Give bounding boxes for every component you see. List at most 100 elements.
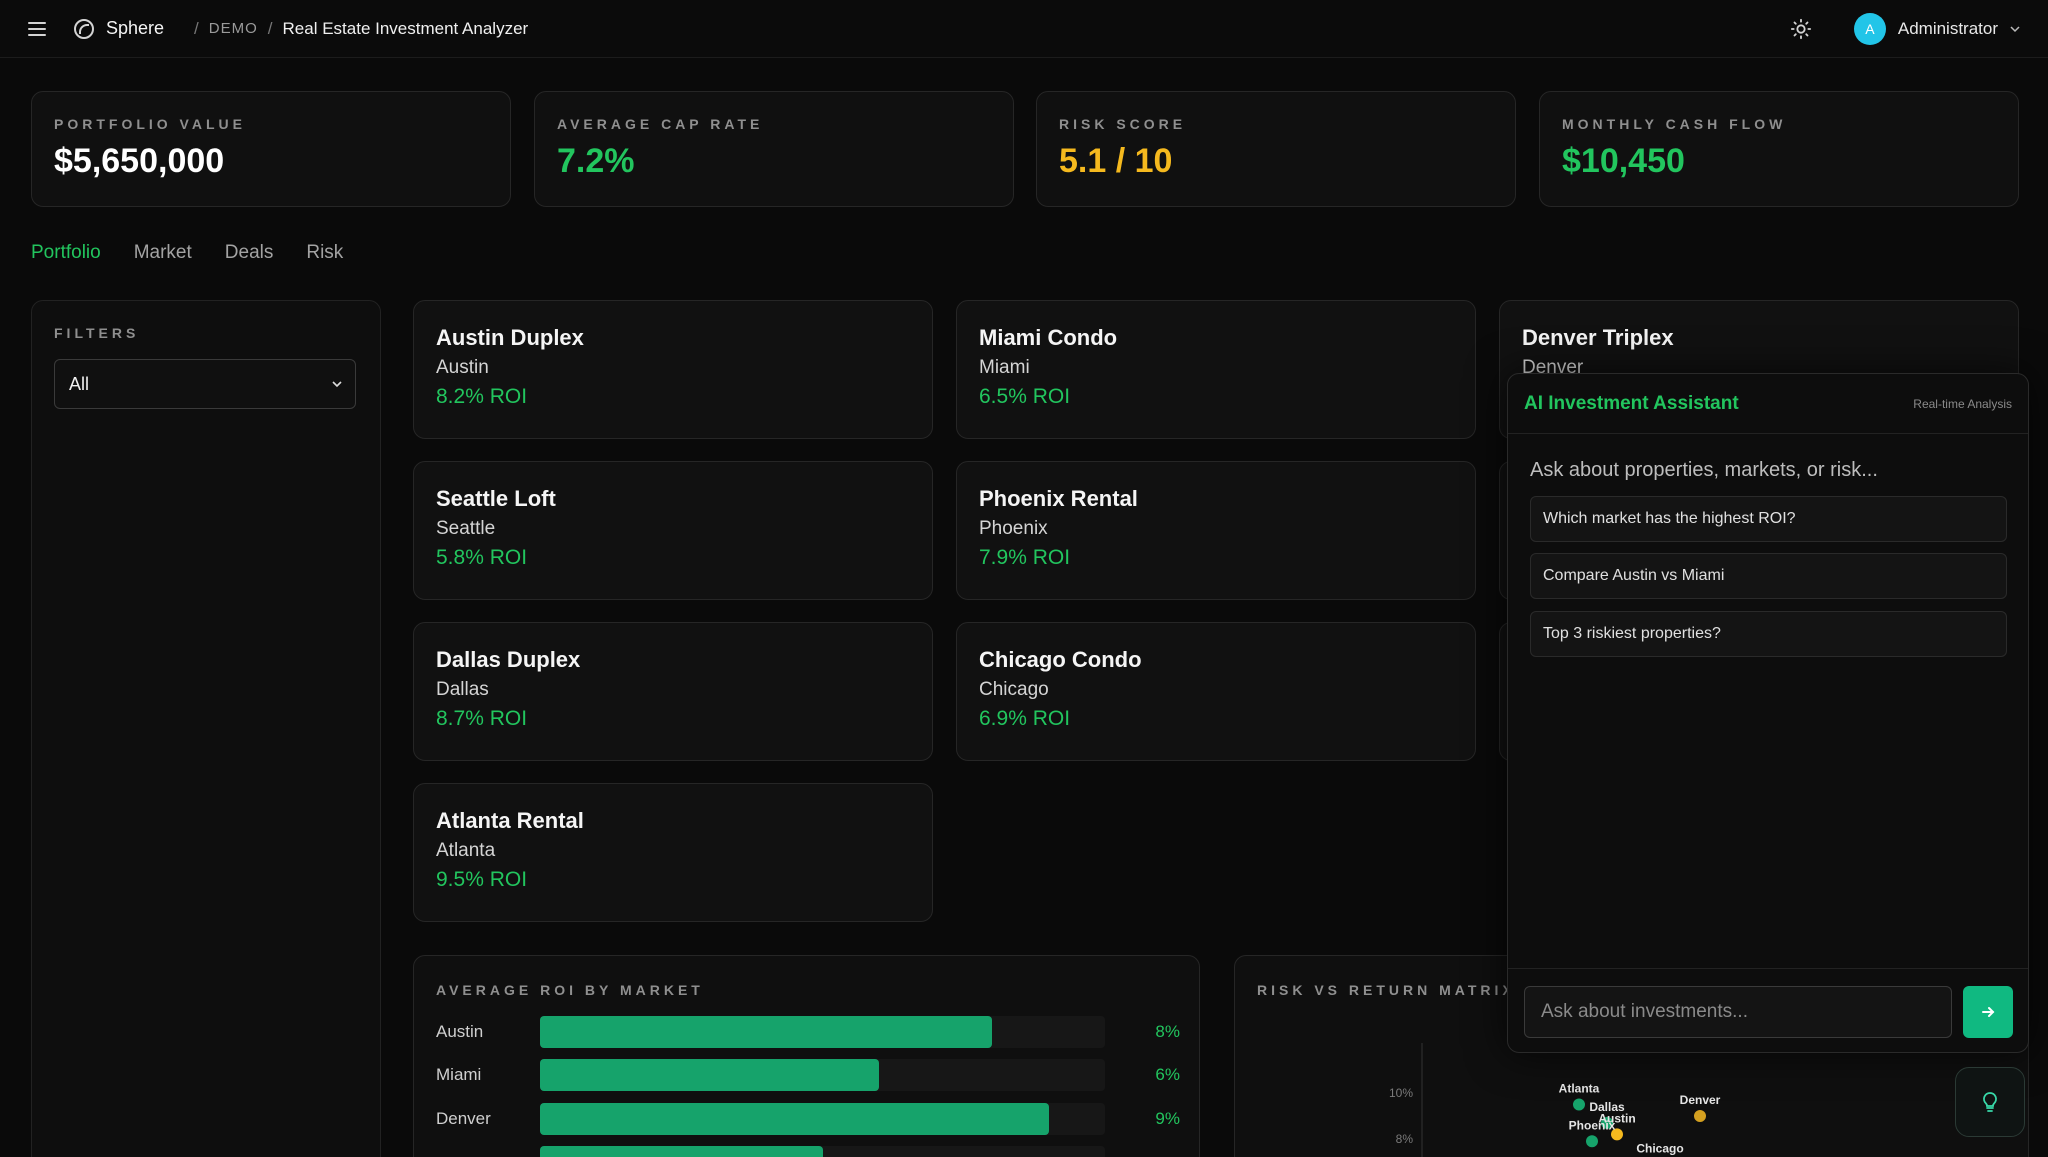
property-name: Denver Triplex: [1522, 325, 1674, 350]
property-roi: 8.2% ROI: [436, 385, 528, 408]
y-tick-label: 10%: [1389, 1086, 1413, 1100]
bar-fill: [540, 1146, 823, 1157]
property-roi: 7.9% ROI: [979, 546, 1071, 569]
property-city: Miami: [979, 357, 1030, 378]
bar-label: Denver: [436, 1109, 491, 1128]
bar-value: 9%: [1155, 1109, 1180, 1128]
property-card[interactable]: Chicago Condo Chicago 6.9% ROI: [956, 622, 1476, 761]
breadcrumb: / DEMO / Real Estate Investment Analyzer: [184, 19, 528, 39]
property-roi: 9.5% ROI: [436, 868, 528, 891]
breadcrumb-separator: /: [194, 18, 199, 38]
property-city: Dallas: [436, 679, 489, 700]
ai-chat-input[interactable]: [1524, 986, 1952, 1038]
tab-deals[interactable]: Deals: [225, 242, 274, 264]
bar-row: Miami 6%: [436, 1059, 1180, 1091]
stat-average-cap-rate: AVERAGE CAP RATE 7.2%: [534, 91, 1014, 207]
bar-label: Miami: [436, 1065, 482, 1084]
divider: [1508, 968, 2028, 969]
stat-portfolio-value: PORTFOLIO VALUE $5,650,000: [31, 91, 511, 207]
bar-value: 6%: [1155, 1065, 1180, 1084]
property-city: Chicago: [979, 679, 1049, 700]
ai-subtitle: Real-time Analysis: [1913, 396, 2012, 411]
tab-portfolio[interactable]: Portfolio: [31, 242, 101, 264]
property-name: Chicago Condo: [979, 647, 1142, 672]
y-tick-label: 8%: [1396, 1132, 1414, 1146]
breadcrumb-separator: /: [267, 18, 273, 38]
property-name: Atlanta Rental: [436, 808, 584, 833]
ai-toggle-button[interactable]: [1955, 1067, 2025, 1137]
app-name: Sphere: [106, 18, 165, 38]
stat-value: $5,650,000: [54, 142, 225, 180]
scatter-point[interactable]: [1571, 1096, 1587, 1113]
roi-by-market-panel: AVERAGE ROI BY MARKET Austin 8% Miami 6%…: [413, 955, 1200, 1157]
property-name: Miami Condo: [979, 325, 1118, 350]
filter-select[interactable]: All: [54, 359, 356, 409]
bar-row: Austin 8%: [436, 1016, 1180, 1048]
property-name: Seattle Loft: [436, 486, 556, 511]
panel-title: AVERAGE ROI BY MARKET: [436, 982, 704, 998]
property-name: Austin Duplex: [436, 325, 584, 350]
stat-label: RISK SCORE: [1059, 116, 1187, 132]
sun-icon[interactable]: [1790, 18, 1812, 40]
filters-label: FILTERS: [54, 325, 140, 341]
user-name[interactable]: Administrator: [1898, 19, 1998, 39]
suggestion-button[interactable]: Compare Austin vs Miami: [1530, 553, 2007, 599]
bar-track: [540, 1016, 1105, 1048]
stat-value: $10,450: [1562, 142, 1685, 180]
property-city: Phoenix: [979, 518, 1048, 539]
stat-risk-score: RISK SCORE 5.1 / 10: [1036, 91, 1516, 207]
property-roi: 6.9% ROI: [979, 707, 1071, 730]
bar-label: Austin: [436, 1022, 484, 1041]
app-logo[interactable]: Sphere: [74, 18, 164, 39]
bar-row: [436, 1146, 1180, 1157]
filter-select-value: All: [69, 373, 90, 394]
property-card[interactable]: Atlanta Rental Atlanta 9.5% ROI: [413, 783, 933, 922]
lightbulb-icon: [1983, 1092, 1997, 1112]
suggestion-button[interactable]: Top 3 riskiest properties?: [1530, 611, 2007, 657]
stat-monthly-cash-flow: MONTHLY CASH FLOW $10,450: [1539, 91, 2019, 207]
ai-prompt: Ask about properties, markets, or risk..…: [1530, 459, 1878, 481]
avatar[interactable]: A: [1853, 12, 1886, 45]
bar-value: 8%: [1155, 1022, 1180, 1041]
suggestion-button[interactable]: Which market has the highest ROI?: [1530, 496, 2007, 542]
page-title: Real Estate Investment Analyzer: [282, 18, 529, 38]
property-card[interactable]: Seattle Loft Seattle 5.8% ROI: [413, 461, 933, 600]
bar-fill: [540, 1059, 879, 1091]
stat-value: 5.1 / 10: [1059, 142, 1173, 180]
ai-assistant-panel: AI Investment Assistant Real-time Analys…: [1507, 373, 2029, 1053]
top-bar: Sphere / DEMO / Real Estate Investment A…: [0, 0, 2048, 58]
property-card[interactable]: Miami Condo Miami 6.5% ROI: [956, 300, 1476, 439]
bar-row: Denver 9%: [436, 1103, 1180, 1135]
scatter-point-label: Atlanta: [1559, 1082, 1600, 1096]
chevron-down-icon[interactable]: [2010, 24, 2020, 34]
tab-market[interactable]: Market: [134, 242, 192, 264]
scatter-point-label: Phoenix: [1569, 1118, 1616, 1132]
property-roi: 5.8% ROI: [436, 546, 528, 569]
bar-track: [540, 1146, 1105, 1157]
send-button[interactable]: [1963, 986, 2013, 1038]
property-city: Austin: [436, 357, 489, 378]
scatter-point[interactable]: [1584, 1133, 1600, 1150]
stat-label: PORTFOLIO VALUE: [54, 116, 246, 132]
property-card[interactable]: Phoenix Rental Phoenix 7.9% ROI: [956, 461, 1476, 600]
scatter-point[interactable]: [1692, 1108, 1708, 1124]
scatter-point-label: Denver: [1680, 1093, 1721, 1107]
property-roi: 6.5% ROI: [979, 385, 1071, 408]
property-name: Dallas Duplex: [436, 647, 581, 672]
stat-value: 7.2%: [557, 142, 635, 180]
ai-title: AI Investment Assistant: [1524, 392, 1739, 414]
stat-label: AVERAGE CAP RATE: [557, 116, 764, 132]
property-city: Seattle: [436, 518, 496, 539]
sphere-logo-icon: [74, 18, 94, 39]
property-card[interactable]: Dallas Duplex Dallas 8.7% ROI: [413, 622, 933, 761]
hamburger-menu-icon[interactable]: [28, 21, 46, 36]
filters-panel: FILTERS All: [31, 300, 381, 1157]
property-name: Phoenix Rental: [979, 486, 1138, 511]
breadcrumb-demo[interactable]: DEMO: [209, 20, 258, 37]
property-card[interactable]: Austin Duplex Austin 8.2% ROI: [413, 300, 933, 439]
property-city: Atlanta: [436, 840, 496, 861]
tab-risk[interactable]: Risk: [306, 242, 343, 264]
bar-track: [540, 1103, 1105, 1135]
ai-header: AI Investment Assistant Real-time Analys…: [1508, 374, 2028, 434]
tab-bar: Portfolio Market Deals Risk: [31, 242, 376, 264]
